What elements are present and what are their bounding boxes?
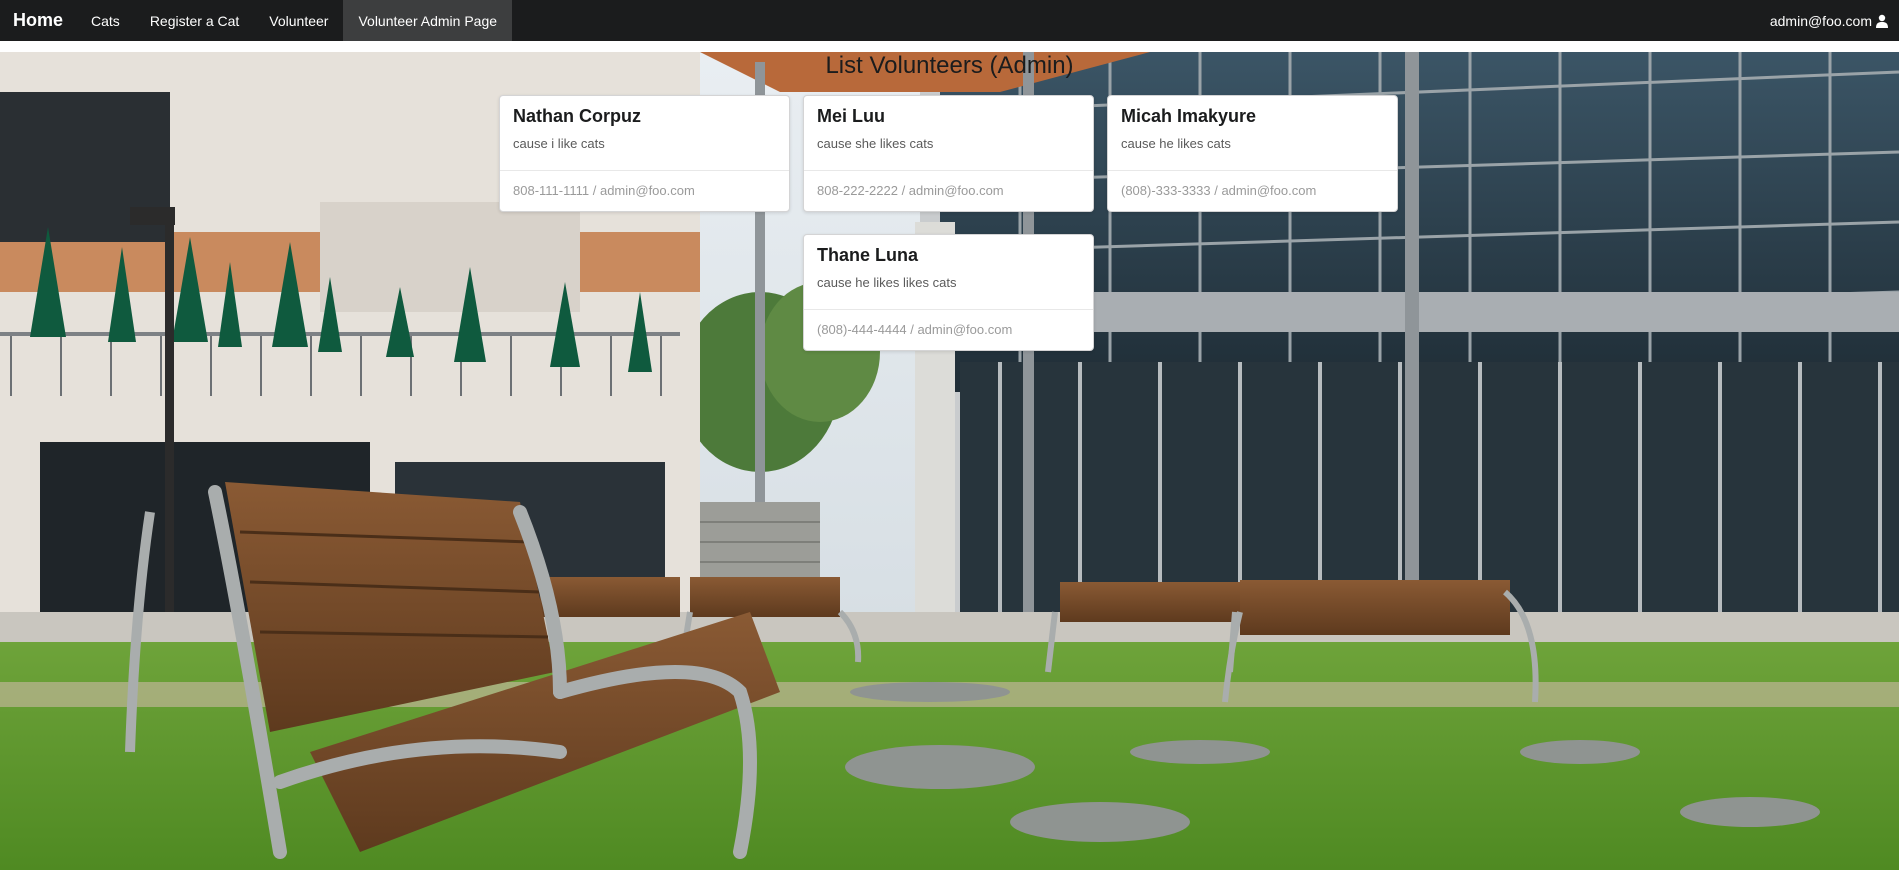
volunteer-name: Micah Imakyure: [1121, 106, 1257, 126]
volunteer-reason: cause he likes likes cats: [817, 275, 957, 290]
volunteer-contact: 808-222-2222 / admin@foo.com: [804, 170, 1093, 211]
nav-home-link[interactable]: Home: [0, 0, 76, 41]
top-navbar: Home Cats Register a Cat Volunteer Volun…: [0, 0, 1899, 41]
nav-register-cat-link[interactable]: Register a Cat: [135, 0, 254, 41]
volunteer-name: Mei Luu: [817, 106, 885, 126]
user-email: admin@foo.com: [1769, 12, 1872, 29]
nav-volunteer-admin-link[interactable]: Volunteer Admin Page: [343, 0, 513, 41]
volunteer-card: Thane Luna cause he likes likes cats (80…: [803, 234, 1094, 351]
volunteer-contact: (808)-333-3333 / admin@foo.com: [1108, 170, 1397, 211]
volunteer-card: Nathan Corpuz cause i like cats 808-111-…: [499, 95, 790, 212]
volunteer-reason: cause i like cats: [513, 136, 605, 151]
card-content: Mei Luu cause she likes cats: [804, 96, 1093, 170]
card-content: Micah Imakyure cause he likes cats: [1108, 96, 1397, 170]
volunteer-reason: cause he likes cats: [1121, 136, 1231, 151]
volunteer-contact: (808)-444-4444 / admin@foo.com: [804, 309, 1093, 350]
user-menu[interactable]: admin@foo.com: [1770, 0, 1899, 41]
nav-cats-link[interactable]: Cats: [76, 0, 135, 41]
volunteer-name: Nathan Corpuz: [513, 106, 641, 126]
volunteer-card: Micah Imakyure cause he likes cats (808)…: [1107, 95, 1398, 212]
volunteer-contact: 808-111-1111 / admin@foo.com: [500, 170, 789, 211]
volunteer-reason: cause she likes cats: [817, 136, 934, 151]
card-content: Thane Luna cause he likes likes cats: [804, 235, 1093, 309]
volunteer-card: Mei Luu cause she likes cats 808-222-222…: [803, 95, 1094, 212]
card-content: Nathan Corpuz cause i like cats: [500, 96, 789, 170]
volunteer-name: Thane Luna: [817, 245, 919, 265]
page-title: List Volunteers (Admin): [825, 52, 1074, 79]
user-icon: [1875, 14, 1889, 28]
nav-volunteer-link[interactable]: Volunteer: [254, 0, 343, 41]
